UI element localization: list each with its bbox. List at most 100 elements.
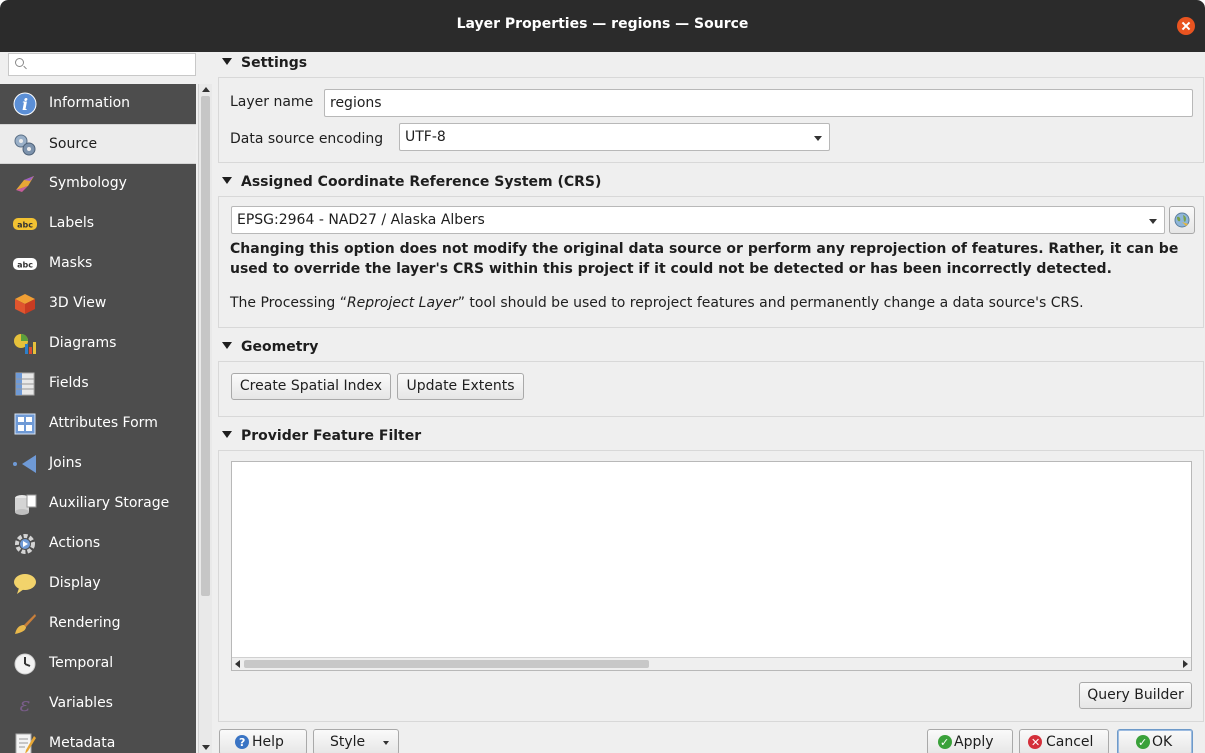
layer-name-input[interactable]: regions	[324, 89, 1193, 117]
note-prefix: The Processing “	[230, 295, 347, 311]
collapse-triangle-icon	[222, 58, 232, 65]
sidebar-item-label: Metadata	[49, 735, 116, 751]
encoding-label: Data source encoding	[230, 131, 384, 147]
chevron-down-icon	[383, 741, 389, 745]
apply-button[interactable]: ✓ Apply	[927, 729, 1013, 753]
temporal-icon	[14, 653, 36, 675]
sidebar-item-metadata[interactable]: Metadata	[0, 724, 196, 753]
filter-horizontal-scrollbar[interactable]	[232, 657, 1191, 670]
sidebar: i Information Source Symbology abc Label…	[0, 84, 196, 753]
ok-button-label: OK	[1152, 734, 1173, 750]
cancel-button[interactable]: ✕ Cancel	[1019, 729, 1109, 753]
metadata-icon	[15, 733, 36, 753]
crs-select[interactable]: EPSG:2964 - NAD27 / Alaska Albers	[231, 206, 1165, 234]
sidebar-item-masks[interactable]: abc Masks	[0, 244, 196, 284]
scroll-up-icon[interactable]	[202, 87, 210, 92]
collapse-triangle-icon	[222, 342, 232, 349]
settings-section-header[interactable]: Settings	[222, 55, 307, 77]
note-suffix: ” tool should be used to reproject featu…	[457, 295, 1084, 311]
sidebar-item-labels[interactable]: abc Labels	[0, 204, 196, 244]
actions-icon	[15, 534, 35, 554]
query-builder-button[interactable]: Query Builder	[1079, 682, 1192, 709]
sidebar-item-diagrams[interactable]: Diagrams	[0, 324, 196, 364]
labels-icon: abc	[13, 218, 37, 230]
chevron-down-icon	[814, 136, 822, 141]
layer-name-label: Layer name	[230, 94, 314, 110]
sidebar-item-label: Attributes Form	[49, 415, 158, 431]
encoding-value: UTF-8	[405, 129, 446, 145]
svg-text:abc: abc	[17, 261, 33, 270]
source-icon	[14, 134, 36, 156]
sidebar-item-3d-view[interactable]: 3D View	[0, 284, 196, 324]
filter-section-header[interactable]: Provider Feature Filter	[222, 428, 421, 450]
display-icon	[14, 574, 36, 594]
sidebar-item-label: 3D View	[49, 295, 107, 311]
sidebar-item-label: Joins	[49, 455, 82, 471]
info-icon: i	[13, 92, 37, 116]
filter-expression-textarea[interactable]	[231, 461, 1192, 671]
sidebar-item-auxiliary-storage[interactable]: Auxiliary Storage	[0, 484, 196, 524]
cancel-button-label: Cancel	[1046, 734, 1094, 750]
help-button-label: Help	[252, 734, 284, 750]
sidebar-item-label: Masks	[49, 255, 93, 271]
checkmark-icon: ✓	[1136, 735, 1150, 749]
crs-reproject-note: The Processing “Reproject Layer” tool sh…	[230, 295, 1190, 311]
sidebar-item-fields[interactable]: Fields	[0, 364, 196, 404]
collapse-triangle-icon	[222, 431, 232, 438]
masks-icon: abc	[13, 258, 37, 270]
close-icon[interactable]	[1177, 17, 1195, 35]
sidebar-item-label: Display	[49, 575, 101, 591]
sidebar-item-label: Actions	[49, 535, 101, 551]
scroll-left-icon[interactable]	[235, 660, 240, 668]
auxiliary-storage-icon	[15, 494, 37, 515]
style-button[interactable]: Style	[313, 729, 399, 753]
sidebar-item-label: Source	[49, 136, 98, 152]
chevron-down-icon	[1149, 219, 1157, 224]
sidebar-item-joins[interactable]: Joins	[0, 444, 196, 484]
crs-section-header[interactable]: Assigned Coordinate Reference System (CR…	[222, 174, 601, 196]
geometry-header-label: Geometry	[241, 339, 319, 355]
apply-button-label: Apply	[954, 734, 994, 750]
scroll-right-icon[interactable]	[1183, 660, 1188, 668]
sidebar-item-variables[interactable]: ε Variables	[0, 684, 196, 724]
layer-properties-window: Layer Properties — regions — Source i In…	[0, 0, 1205, 753]
scrollbar-thumb[interactable]	[201, 96, 210, 596]
rendering-icon	[15, 614, 36, 634]
globe-icon	[1174, 212, 1190, 228]
checkmark-icon: ✓	[938, 735, 952, 749]
create-spatial-index-button[interactable]: Create Spatial Index	[231, 373, 391, 400]
variables-icon: ε	[20, 692, 31, 716]
sidebar-scrollbar[interactable]	[198, 84, 212, 753]
ok-button[interactable]: ✓ OK	[1117, 729, 1193, 753]
scroll-down-icon[interactable]	[202, 745, 210, 750]
sidebar-item-label: Diagrams	[49, 335, 117, 351]
encoding-select[interactable]: UTF-8	[399, 123, 830, 151]
sidebar-item-rendering[interactable]: Rendering	[0, 604, 196, 644]
crs-selector-button[interactable]	[1169, 206, 1195, 234]
reproject-layer-tool-name: Reproject Layer	[346, 295, 458, 311]
sidebar-item-label: Fields	[49, 375, 89, 391]
crs-value: EPSG:2964 - NAD27 / Alaska Albers	[237, 212, 485, 228]
sidebar-item-attributes-form[interactable]: Attributes Form	[0, 404, 196, 444]
crs-warning-line-1: Changing this option does not modify the…	[230, 241, 1179, 257]
window-title: Layer Properties — regions — Source	[456, 16, 749, 32]
help-button[interactable]: ? Help	[219, 729, 307, 753]
sidebar-item-source[interactable]: Source	[0, 124, 196, 164]
sidebar-item-actions[interactable]: Actions	[0, 524, 196, 564]
joins-icon	[13, 455, 36, 473]
sidebar-item-temporal[interactable]: Temporal	[0, 644, 196, 684]
sidebar-search-input[interactable]	[8, 53, 196, 76]
sidebar-item-display[interactable]: Display	[0, 564, 196, 604]
svg-text:abc: abc	[17, 221, 33, 230]
geometry-section-header[interactable]: Geometry	[222, 339, 318, 361]
sidebar-item-label: Symbology	[49, 175, 127, 191]
scrollbar-thumb[interactable]	[244, 660, 649, 668]
sidebar-item-label: Auxiliary Storage	[49, 495, 170, 511]
sidebar-item-label: Rendering	[49, 615, 121, 631]
sidebar-item-information[interactable]: i Information	[0, 84, 196, 124]
filter-header-label: Provider Feature Filter	[241, 428, 422, 444]
crs-group: EPSG:2964 - NAD27 / Alaska Albers Changi…	[218, 196, 1204, 328]
sidebar-item-symbology[interactable]: Symbology	[0, 164, 196, 204]
update-extents-button[interactable]: Update Extents	[397, 373, 524, 400]
cancel-icon: ✕	[1028, 735, 1042, 749]
